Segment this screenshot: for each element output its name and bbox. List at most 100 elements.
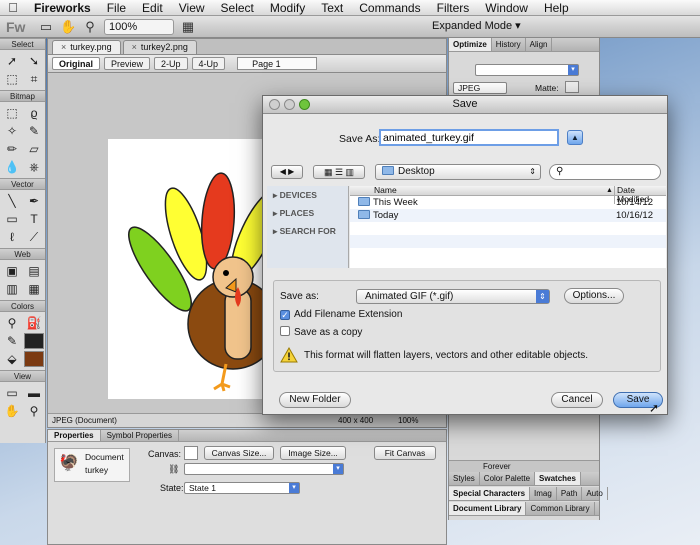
zoom-tool-icon[interactable]: ⚲ [82,19,98,35]
close-icon[interactable]: × [61,42,66,52]
subselect-tool-icon[interactable]: ➘ [24,53,44,69]
fit-canvas-button[interactable]: Fit Canvas [374,446,436,460]
image-size-button[interactable]: Image Size... [280,446,346,460]
filename-input[interactable] [379,129,559,146]
close-icon[interactable]: × [132,42,137,52]
text-tool-icon[interactable]: T [24,211,44,227]
page-select[interactable]: Page 1 [237,57,318,70]
crop-tool-icon[interactable]: ⌗ [24,71,44,87]
paint-bucket-icon[interactable]: ⛽ [24,315,44,331]
add-extension-checkbox[interactable]: ✓ [280,310,290,320]
tab-optimize[interactable]: Optimize [449,38,492,51]
sidebar-places[interactable]: ▸ PLACES [267,204,348,222]
marquee-tool-icon[interactable]: ⬚ [2,105,22,121]
canvas-color-swatch[interactable] [184,446,198,460]
loop-value[interactable]: Forever [483,462,511,471]
close-window-icon[interactable] [269,99,280,110]
doc-tab-turkey[interactable]: × turkey.png [52,40,121,54]
fill-color-icon[interactable]: ⬙ [2,351,22,367]
tab-properties[interactable]: Properties [48,430,101,441]
document-zoom[interactable]: 100% [398,414,418,427]
knife-tool-icon[interactable]: ⟋ [24,229,44,245]
zoom-window-icon[interactable] [299,99,310,110]
pointer-tool-icon[interactable]: ➚ [2,53,22,69]
show-slices-icon[interactable]: ▦ [24,281,44,297]
rubber-stamp-icon[interactable]: ⎈ [24,159,44,175]
tab-styles[interactable]: Styles [449,472,480,485]
lasso-tool-icon[interactable]: ϱ [24,105,44,121]
menu-window[interactable]: Window [477,1,536,15]
sidebar-devices[interactable]: ▸ DEVICES [267,186,348,204]
zoom-view-icon[interactable]: ⚲ [24,403,44,419]
expand-dialog-button[interactable]: ▲ [567,130,583,145]
stroke-color-icon[interactable]: ✎ [2,333,22,349]
file-row[interactable]: Today 10/16/12 [350,209,666,222]
menu-filters[interactable]: Filters [429,1,478,15]
slice-tool-icon[interactable]: ▤ [24,263,44,279]
menu-view[interactable]: View [171,1,213,15]
eraser-tool-icon[interactable]: ▱ [24,141,44,157]
cancel-button[interactable]: Cancel [551,392,603,408]
menu-edit[interactable]: Edit [134,1,171,15]
tab-path[interactable]: Path [557,487,583,500]
menu-text[interactable]: Text [313,1,351,15]
zoom-select[interactable]: 100% [104,18,174,35]
view-mode-buttons[interactable]: ▦ ☰ ▥ [313,165,365,179]
hand-view-icon[interactable]: ✋ [2,403,22,419]
format-select[interactable]: Animated GIF (*.gif) ⇕ [356,289,550,304]
tab-common-library[interactable]: Common Library [526,502,595,515]
menu-app[interactable]: Fireworks [26,1,99,15]
hand-tool-icon[interactable]: ✋ [60,19,76,35]
menu-commands[interactable]: Commands [351,1,428,15]
pencil-tool-icon[interactable]: ✏ [2,141,22,157]
view-4up-button[interactable]: 4-Up [191,57,226,70]
back-forward-buttons[interactable]: ◀ ▶ [271,165,303,179]
stroke-swatch[interactable] [24,333,44,349]
view-original-button[interactable]: Original [52,57,101,70]
state-select[interactable]: State 1 ▾ [184,482,300,494]
tab-history[interactable]: History [492,38,526,51]
tab-align[interactable]: Align [526,38,553,51]
options-button[interactable]: Options... [564,288,624,304]
view-2up-button[interactable]: 2-Up [154,57,188,70]
search-field[interactable]: ⚲ [549,164,661,180]
menu-file[interactable]: File [99,1,134,15]
full-screen-icon[interactable]: ▬ [24,385,44,401]
line-tool-icon[interactable]: ╲ [2,193,22,209]
sidebar-search-for[interactable]: ▸ SEARCH FOR [267,222,348,240]
freeform-tool-icon[interactable]: ℓ [2,229,22,245]
menu-help[interactable]: Help [536,1,577,15]
hotspot-tool-icon[interactable]: ▣ [2,263,22,279]
add-extension-row[interactable]: ✓ Add Filename Extension [280,309,402,320]
workspace-mode-select[interactable]: Expanded Mode ▾ [432,19,521,32]
tab-document-library[interactable]: Document Library [449,502,527,515]
apple-menu-icon[interactable]:  [0,0,26,15]
scale-tool-icon[interactable]: ⬚ [2,71,22,87]
grid-toggle-icon[interactable]: ▦ [180,19,196,35]
save-copy-row[interactable]: Save as a copy [280,326,362,338]
tab-symbol-properties[interactable]: Symbol Properties [101,430,179,441]
brush-tool-icon[interactable]: ✎ [24,123,44,139]
file-row[interactable]: This Week 10/14/12 [350,196,666,209]
view-preview-button[interactable]: Preview [104,57,151,70]
blur-tool-icon[interactable]: 💧 [2,159,22,175]
tab-auto-shape[interactable]: Auto [582,487,608,500]
tab-swatches[interactable]: Swatches [535,472,581,485]
location-select[interactable]: Desktop ⇕ [375,164,541,180]
doc-tab-turkey2[interactable]: × turkey2.png [122,40,197,54]
hide-slices-icon[interactable]: ▥ [2,281,22,297]
new-folder-button[interactable]: New Folder [279,392,351,408]
rectangle-tool-icon[interactable]: ▭ [2,211,22,227]
artboard[interactable] [108,139,282,399]
save-copy-checkbox[interactable] [280,326,290,336]
minimize-window-icon[interactable] [284,99,295,110]
canvas-link-select[interactable]: ▾ [184,463,344,475]
export-format-select[interactable]: JPEG [453,82,507,94]
magic-wand-icon[interactable]: ✧ [2,123,22,139]
matte-swatch[interactable] [565,81,579,93]
column-name[interactable]: Name [374,186,397,195]
layout-icon[interactable]: ▭ [38,19,54,35]
tab-special-characters[interactable]: Special Characters [449,487,531,500]
canvas-size-button[interactable]: Canvas Size... [204,446,274,460]
menu-select[interactable]: Select [213,1,262,15]
